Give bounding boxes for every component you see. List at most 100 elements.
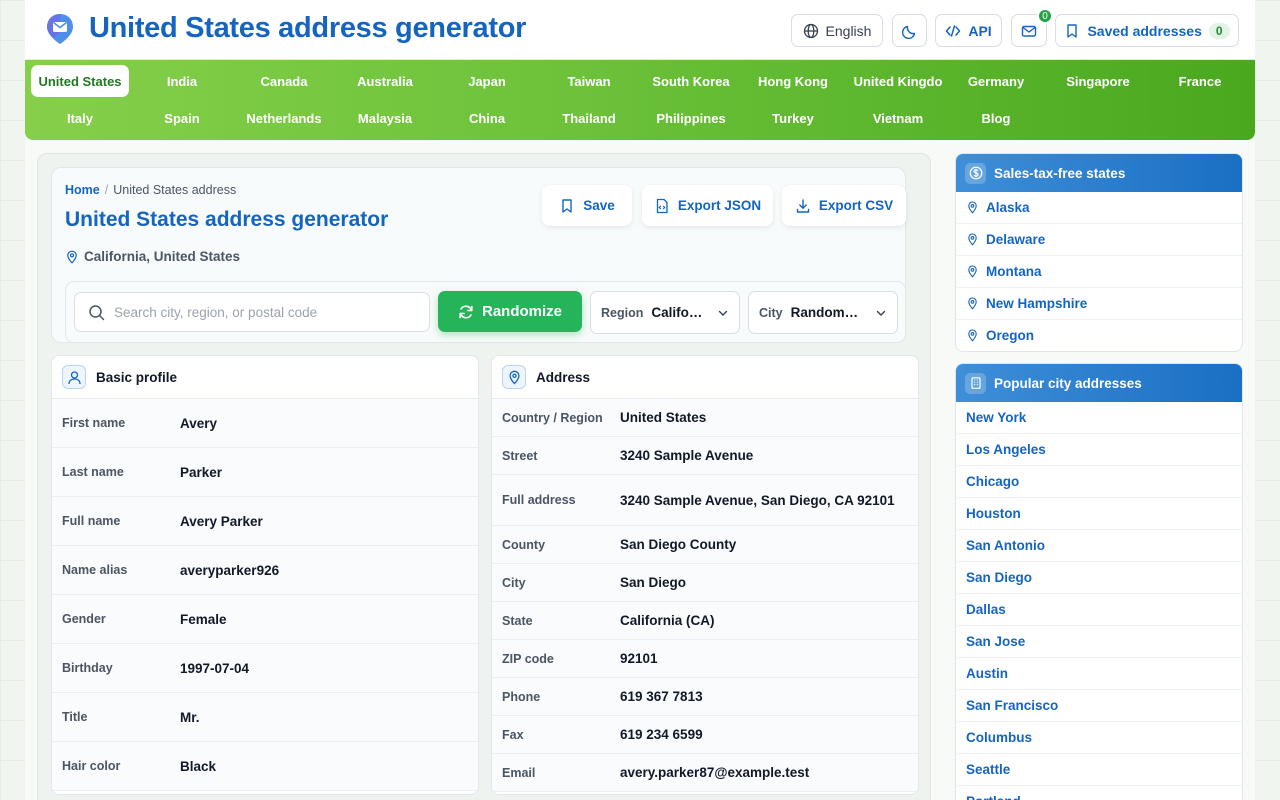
country-tab[interactable]: United Kingdo xyxy=(849,65,947,97)
detail-value[interactable]: Black xyxy=(180,757,226,776)
randomize-label: Randomize xyxy=(481,303,562,320)
country-tab[interactable]: France xyxy=(1151,65,1249,97)
detail-value[interactable]: averyparker926 xyxy=(180,561,289,580)
region-select[interactable]: Region California xyxy=(590,291,740,334)
detail-label: Street xyxy=(502,448,538,463)
saved-addresses-label: Saved addresses xyxy=(1087,22,1202,39)
city-link[interactable]: San Antonio xyxy=(956,530,1242,562)
region-select-label: Region xyxy=(601,305,644,320)
city-name: Austin xyxy=(966,666,1008,681)
file-code-icon xyxy=(656,198,668,213)
language-button[interactable]: English xyxy=(791,14,883,47)
city-name: San Francisco xyxy=(966,698,1059,713)
export-csv-button[interactable]: Export CSV xyxy=(782,185,906,226)
country-tab[interactable]: Philippines xyxy=(642,102,740,134)
country-tab[interactable]: Italy xyxy=(31,102,129,134)
city-link[interactable]: Chicago xyxy=(956,466,1242,498)
tax-free-states-header: Sales-tax-free states xyxy=(956,154,1242,192)
city-link[interactable]: Dallas xyxy=(956,594,1242,626)
dark-mode-toggle[interactable] xyxy=(892,14,927,47)
country-tab[interactable]: Australia xyxy=(336,65,434,97)
country-tab[interactable]: Thailand xyxy=(540,102,638,134)
country-tab[interactable]: United States xyxy=(31,65,129,97)
country-tab[interactable]: China xyxy=(438,102,536,134)
detail-value[interactable]: 92101 xyxy=(620,649,668,668)
detail-value[interactable]: Mr. xyxy=(180,708,210,727)
city-link[interactable]: New York xyxy=(956,402,1242,434)
country-tab[interactable]: Hong Kong xyxy=(744,65,842,97)
randomize-button[interactable]: Randomize xyxy=(438,291,582,332)
city-link[interactable]: Seattle xyxy=(956,754,1242,786)
city-select-label: City xyxy=(759,305,783,320)
detail-label: Full address xyxy=(502,493,576,507)
country-tab[interactable]: Vietnam xyxy=(849,102,947,134)
country-tab[interactable]: South Korea xyxy=(642,65,740,97)
state-link[interactable]: Montana xyxy=(956,256,1242,288)
export-json-button[interactable]: Export JSON xyxy=(642,185,773,226)
basic-profile-rows: First name Avery Last name Parker Full name A… xyxy=(52,399,478,791)
save-button[interactable]: Save xyxy=(542,185,632,226)
site-title[interactable]: United States address generator xyxy=(89,12,526,45)
saved-addresses-button[interactable]: Saved addresses 0 xyxy=(1055,14,1239,47)
state-link[interactable]: New Hampshire xyxy=(956,288,1242,320)
detail-value[interactable]: 1997-07-04 xyxy=(180,659,259,678)
country-tab[interactable]: Malaysia xyxy=(336,102,434,134)
detail-value[interactable]: San Diego County xyxy=(620,535,746,554)
bookmark-icon xyxy=(562,198,572,213)
generator-header: Home / United States address United States… xyxy=(51,167,906,343)
state-link[interactable]: Alaska xyxy=(956,192,1242,224)
city-name: Houston xyxy=(966,506,1021,521)
city-link[interactable]: San Diego xyxy=(956,562,1242,594)
detail-value[interactable]: 619 367 7813 xyxy=(620,687,713,706)
country-tab[interactable]: India xyxy=(133,65,231,97)
chevron-down-icon xyxy=(876,310,886,316)
export-json-label: Export JSON xyxy=(677,198,762,213)
country-tab[interactable]: Netherlands xyxy=(235,102,333,134)
city-link[interactable]: Portland xyxy=(956,786,1242,800)
state-link[interactable]: Oregon xyxy=(956,320,1242,351)
api-button[interactable]: API xyxy=(935,14,1002,47)
logo-icon[interactable] xyxy=(45,12,75,46)
detail-label: Fax xyxy=(502,727,524,742)
detail-value[interactable]: avery.parker87@example.test xyxy=(620,763,819,782)
detail-value[interactable]: California (CA) xyxy=(620,611,725,630)
city-link[interactable]: Austin xyxy=(956,658,1242,690)
breadcrumb-home-link[interactable]: Home xyxy=(65,183,100,197)
city-link[interactable]: Houston xyxy=(956,498,1242,530)
detail-value[interactable]: Parker xyxy=(180,463,232,482)
search-box[interactable] xyxy=(74,292,430,332)
country-tab[interactable]: Germany xyxy=(947,65,1045,97)
detail-value[interactable]: United States xyxy=(620,408,716,427)
detail-value[interactable]: 619 234 6599 xyxy=(620,725,713,744)
saved-count-badge: 0 xyxy=(1208,22,1230,39)
popular-cities-list: New York Los Angeles Chicago Houston San Ant… xyxy=(956,402,1242,800)
detail-value[interactable]: San Diego xyxy=(620,573,696,592)
detail-row: State California (CA) xyxy=(492,602,918,640)
chevron-down-icon xyxy=(718,310,728,316)
detail-label: State xyxy=(502,613,533,628)
city-select-value: Random city xyxy=(790,305,861,320)
detail-value[interactable]: 3240 Sample Avenue xyxy=(620,446,763,465)
state-link[interactable]: Delaware xyxy=(956,224,1242,256)
country-tab[interactable]: Japan xyxy=(438,65,536,97)
inbox-button[interactable]: 0 xyxy=(1011,8,1053,47)
city-select[interactable]: City Random city xyxy=(748,291,898,334)
country-tab[interactable]: Canada xyxy=(235,65,333,97)
city-link[interactable]: Los Angeles xyxy=(956,434,1242,466)
city-name: Seattle xyxy=(966,762,1011,777)
country-tab[interactable]: Spain xyxy=(133,102,231,134)
search-input[interactable] xyxy=(114,304,414,320)
country-tab[interactable]: Taiwan xyxy=(540,65,638,97)
city-link[interactable]: Columbus xyxy=(956,722,1242,754)
detail-value[interactable]: Female xyxy=(180,610,237,629)
country-tab[interactable]: Turkey xyxy=(744,102,842,134)
country-tab[interactable]: Blog xyxy=(947,102,1045,134)
detail-row: Gender Female xyxy=(52,595,478,644)
country-tab[interactable]: Singapore xyxy=(1049,65,1147,97)
detail-value[interactable]: Avery xyxy=(180,414,227,433)
city-link[interactable]: San Francisco xyxy=(956,690,1242,722)
detail-row: Full name Avery Parker xyxy=(52,497,478,546)
city-link[interactable]: San Jose xyxy=(956,626,1242,658)
detail-value[interactable]: 3240 Sample Avenue, San Diego, CA 92101 xyxy=(620,491,905,510)
detail-value[interactable]: Avery Parker xyxy=(180,512,273,531)
